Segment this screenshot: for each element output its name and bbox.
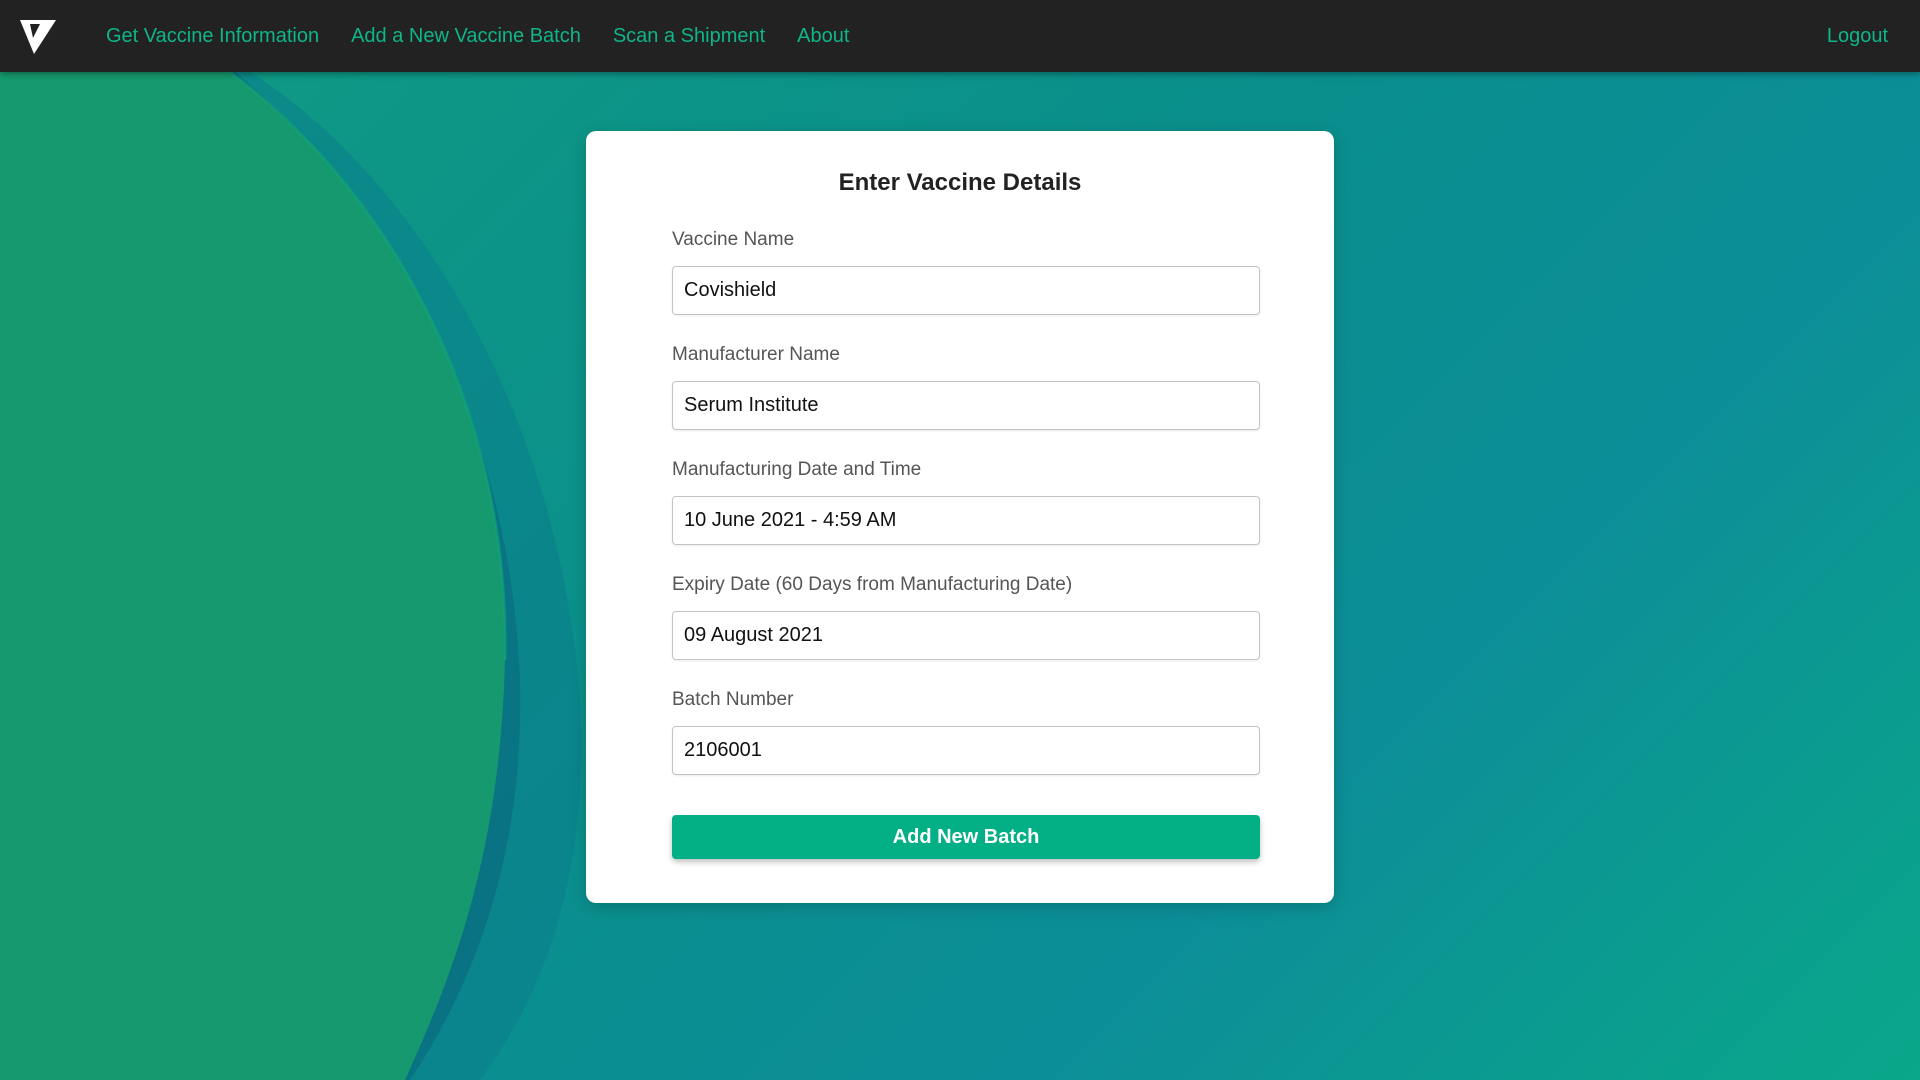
manufacturing-date-group: Manufacturing Date and Time [672, 456, 1260, 571]
expiry-date-label: Expiry Date (60 Days from Manufacturing … [672, 574, 1073, 595]
batch-number-label: Batch Number [672, 689, 794, 710]
manufacturer-name-label: Manufacturer Name [672, 344, 840, 365]
top-navbar: Get Vaccine Information Add a New Vaccin… [0, 0, 1920, 72]
batch-number-input[interactable] [672, 726, 1260, 775]
add-new-batch-button[interactable]: Add New Batch [672, 815, 1260, 859]
expiry-date-group: Expiry Date (60 Days from Manufacturing … [672, 571, 1260, 686]
vaccine-details-card: Enter Vaccine Details Vaccine Name Manuf… [586, 131, 1334, 903]
nav-link-get-vaccine-information[interactable]: Get Vaccine Information [106, 25, 319, 48]
nav-link-about[interactable]: About [797, 25, 849, 48]
brand-logo[interactable] [16, 14, 60, 58]
logout-link[interactable]: Logout [1827, 25, 1888, 48]
vaccine-name-group: Vaccine Name [672, 226, 1260, 341]
vaccine-form: Vaccine Name Manufacturer Name Manufactu… [672, 226, 1260, 801]
v-logo-icon [20, 20, 56, 54]
manufacturer-name-input[interactable] [672, 381, 1260, 430]
vaccine-name-input[interactable] [672, 266, 1260, 315]
nav-link-add-vaccine-batch[interactable]: Add a New Vaccine Batch [351, 25, 581, 48]
nav-link-scan-shipment[interactable]: Scan a Shipment [613, 25, 765, 48]
vaccine-name-label: Vaccine Name [672, 229, 795, 250]
manufacturer-name-group: Manufacturer Name [672, 341, 1260, 456]
expiry-date-input[interactable] [672, 611, 1260, 660]
nav-links: Get Vaccine Information Add a New Vaccin… [106, 25, 881, 48]
batch-number-group: Batch Number [672, 686, 1260, 801]
manufacturing-date-label: Manufacturing Date and Time [672, 459, 922, 480]
form-title: Enter Vaccine Details [838, 169, 1082, 196]
manufacturing-date-input[interactable] [672, 496, 1260, 545]
